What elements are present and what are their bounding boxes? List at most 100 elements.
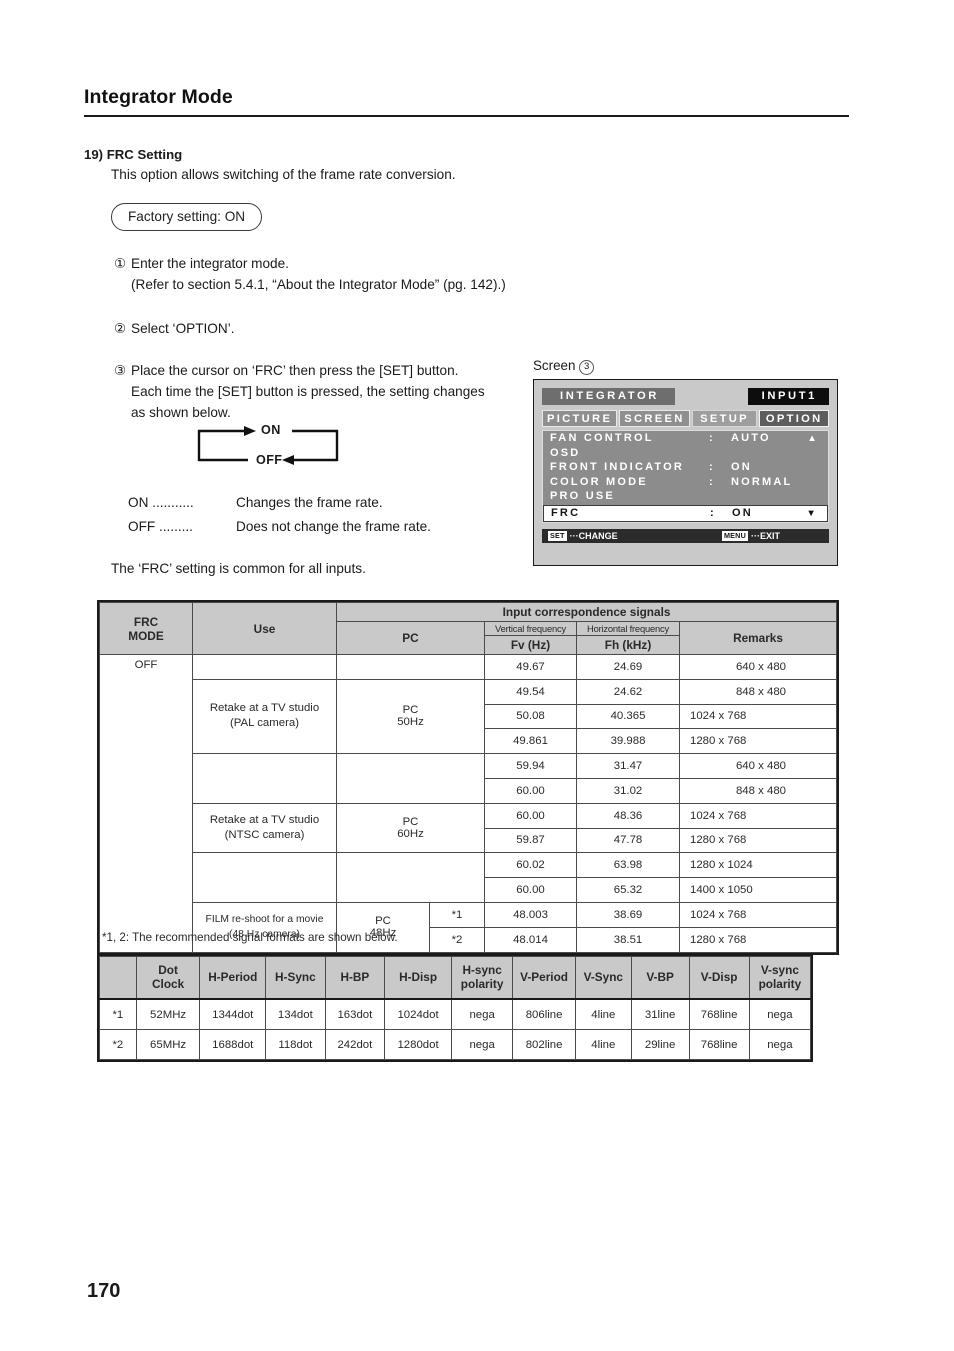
signal-format-table-body: *1 52MHz 1344dot 134dot 163dot 1024dot n… (99, 998, 812, 1060)
osd-row-front-indicator[interactable]: FRONT INDICATOR : ON (543, 460, 828, 475)
common-inputs-note: The ‘FRC’ setting is common for all inpu… (111, 561, 366, 576)
osd-screenshot: INTEGRATOR INPUT1 PICTURE SCREEN SETUP O… (533, 379, 838, 566)
th-sig-index (99, 956, 137, 1000)
td-frc-mode-off: OFF (99, 654, 193, 953)
page-number: 170 (87, 1280, 121, 1302)
section-description: This option allows switching of the fram… (111, 167, 456, 182)
td-h-sync: 134dot (265, 998, 326, 1030)
table-row: 59.94 31.47 640 x 480 (100, 753, 837, 804)
td-remarks: 1280 x 768 (679, 926, 837, 953)
td-fh: 24.69 (576, 654, 680, 680)
td-v-sync: 4line (574, 1029, 632, 1060)
td-fv: 59.87 (484, 827, 577, 854)
osd-row-fan-control[interactable]: FAN CONTROL : AUTO ▲ (543, 431, 828, 446)
legend-off-key: OFF ......... (128, 519, 193, 534)
set-key-icon: SET (548, 530, 567, 541)
th-frc-mode: FRC MODE (99, 602, 193, 655)
osd-menu-list: FAN CONTROL : AUTO ▲ OSD FRONT INDICATOR… (542, 430, 829, 523)
step-1-number: ① (114, 256, 127, 271)
osd-input-badge: INPUT1 (747, 388, 829, 405)
screen-caption-prefix: Screen (533, 358, 576, 373)
osd-row-front-indicator-label: FRONT INDICATOR (550, 461, 685, 474)
input-correspondence-table-head: FRC MODE Use Input correspondence signal… (99, 602, 837, 655)
td-use-spacer-ntsc2 (192, 852, 337, 903)
td-fv: 49.861 (484, 728, 577, 755)
th-h-sync: H-Sync (265, 956, 326, 1000)
scroll-up-arrow-icon[interactable]: ▲ (807, 433, 819, 444)
td-dot-clock: 52MHz (135, 998, 201, 1030)
table-row: OFF 49.67 24.69 640 x 480 (99, 654, 837, 953)
signal-format-table-grid: Dot Clock H-Period H-Sync H-BP H-Disp H-… (99, 956, 812, 1060)
td-pc-spacer-pal (336, 654, 485, 680)
header-divider (84, 115, 849, 117)
td-remarks: 1024 x 768 (679, 901, 837, 928)
td-fv: 60.00 (484, 877, 577, 903)
set-action-label: ···CHANGE (569, 530, 618, 541)
td-h-bp: 163dot (324, 998, 386, 1030)
osd-tab-screen[interactable]: SCREEN (619, 410, 690, 427)
td-v-bp: 29line (630, 1029, 690, 1060)
td-use-ntsc: Retake at a TV studio (NTSC camera) (192, 802, 337, 854)
td-fh: 48.36 (576, 802, 680, 829)
td-fh: 63.98 (576, 852, 680, 879)
th-h-disp: H-Disp (384, 956, 453, 1000)
td-remarks: 640 x 480 (679, 654, 837, 680)
input-correspondence-table-body: OFF 49.67 24.69 640 x 480 Retake at a TV… (99, 654, 837, 953)
th-vertical-frequency: Vertical frequency (484, 621, 577, 636)
td-star: *1 (429, 901, 485, 928)
table-row: 60.02 63.98 1280 x 1024 (100, 852, 837, 903)
table-header-row: Dot Clock H-Period H-Sync H-BP H-Disp H-… (99, 956, 812, 1000)
osd-row-pro-use[interactable]: PRO USE (543, 489, 828, 504)
td-fh: 47.78 (576, 827, 680, 854)
th-v-period: V-Period (512, 956, 576, 1000)
step-2-number: ② (114, 321, 127, 336)
td-fh: 24.62 (576, 678, 680, 705)
osd-row-color-mode-label: COLOR MODE (550, 475, 648, 488)
td-fv: 60.00 (484, 777, 577, 804)
screen-caption-number: 3 (579, 360, 595, 375)
td-h-period: 1688dot (199, 1029, 267, 1060)
td-fv: 49.67 (484, 654, 577, 680)
osd-row-pro-use-label: PRO USE (550, 490, 615, 503)
th-v-sync-polarity: V-sync polarity (748, 956, 812, 1000)
table-row: *2 65MHz 1688dot 118dot 242dot 1280dot n… (99, 1029, 812, 1060)
td-pc-ntsc: PC 60Hz (336, 802, 485, 854)
cycle-off-label: OFF (256, 453, 283, 467)
td-pc-pal-line2: 50Hz (397, 716, 424, 729)
osd-tab-bar[interactable]: PICTURE SCREEN SETUP OPTION (542, 410, 829, 427)
th-dot-clock: Dot Clock (135, 956, 201, 1000)
osd-row-frc-colon: : (710, 507, 716, 519)
osd-tab-setup[interactable]: SETUP (691, 410, 758, 427)
td-remarks: 1280 x 1024 (679, 852, 837, 879)
td-fv: 49.54 (484, 678, 577, 705)
td-fv: 50.08 (484, 703, 577, 730)
td-v-period: 806line (512, 998, 576, 1030)
osd-row-frc-value: ON (732, 507, 753, 519)
td-v-period: 802line (512, 1029, 576, 1060)
factory-setting-label: Factory setting: ON (128, 209, 246, 224)
th-h-sync-polarity-line2: polarity (460, 976, 504, 991)
step-2: ② Select ‘OPTION’. (114, 318, 561, 339)
osd-row-osd[interactable]: OSD (543, 446, 828, 461)
step-3-line1: Place the cursor on ‘FRC’ then press the… (131, 363, 459, 378)
td-pc-film-line1: PC (375, 915, 391, 928)
td-remarks: 1280 x 768 (679, 827, 837, 854)
td-remarks: 848 x 480 (679, 678, 837, 705)
td-h-disp: 1024dot (384, 998, 453, 1030)
osd-mode-title: INTEGRATOR (542, 388, 675, 405)
scroll-down-arrow-icon[interactable]: ▼ (806, 508, 818, 519)
osd-row-front-indicator-value: ON (731, 461, 752, 474)
legend-on-text: Changes the frame rate. (236, 495, 383, 510)
step-1-line1: Enter the integrator mode. (131, 256, 289, 271)
osd-row-frc[interactable]: FRC : ON ▼ (543, 504, 828, 522)
osd-row-color-mode[interactable]: COLOR MODE : NORMAL (543, 475, 828, 490)
td-fh: 38.51 (576, 926, 680, 953)
input-correspondence-table-grid: FRC MODE Use Input correspondence signal… (99, 602, 837, 953)
menu-action-label: ···EXIT (750, 530, 780, 541)
td-h-sync-polarity: nega (451, 998, 514, 1030)
osd-title-row: INTEGRATOR INPUT1 (542, 388, 829, 405)
osd-tab-option[interactable]: OPTION (759, 410, 829, 427)
td-fh: 31.02 (576, 777, 680, 804)
th-h-bp: H-BP (324, 956, 386, 1000)
osd-tab-picture[interactable]: PICTURE (542, 410, 618, 427)
